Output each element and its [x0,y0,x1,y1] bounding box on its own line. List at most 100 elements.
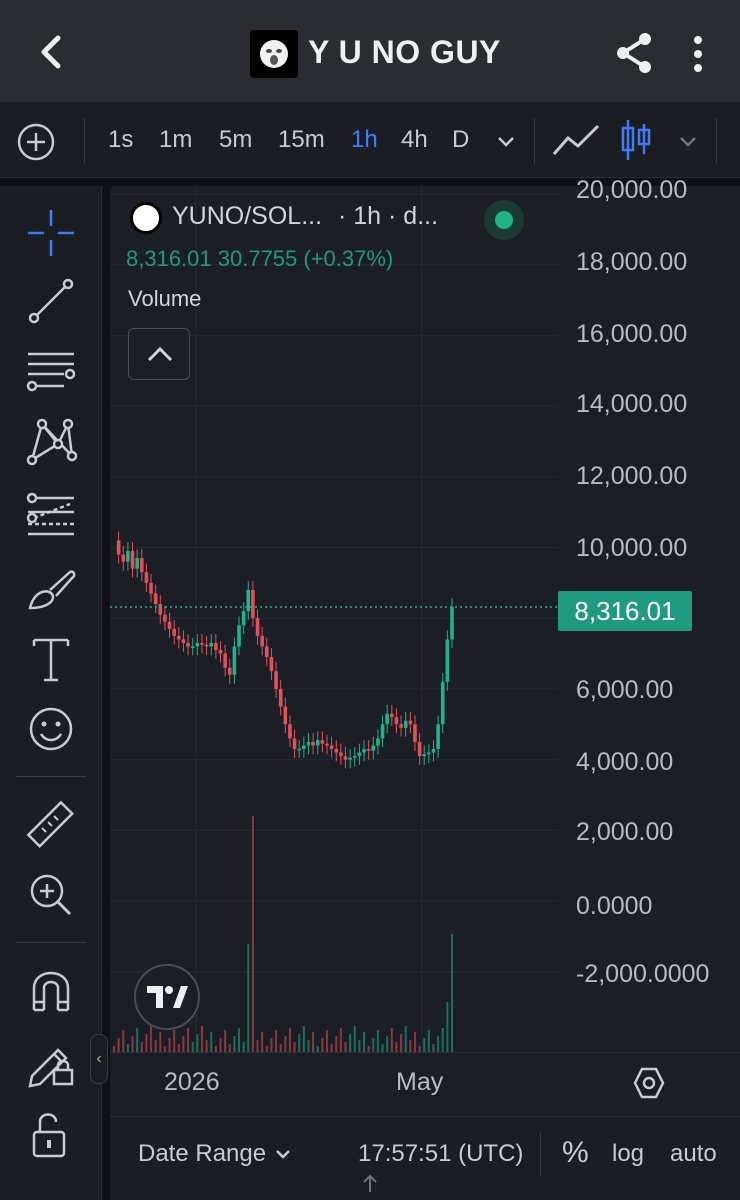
volume-bar [126,1044,129,1052]
drawing-toolbar [0,186,102,1200]
trend-line-icon[interactable] [24,274,78,328]
volume-bar [251,816,254,1052]
text-tool-icon[interactable] [24,632,78,686]
volume-bar [423,1038,426,1052]
volume-bar [339,1028,342,1052]
date-range-button[interactable]: Date Range [138,1140,266,1168]
forecast-icon[interactable] [24,488,78,542]
candle-body [209,642,214,647]
candle-body [144,572,149,583]
volume-bar [256,1040,259,1052]
volume-bar [205,1040,208,1052]
candlestick-icon[interactable] [620,118,652,162]
volume-bar [154,1040,157,1052]
candle-body [139,558,144,573]
volume-bar [386,1036,389,1052]
candle-body [431,748,436,753]
top-app-bar: Y U NO GUY [0,0,740,102]
emoji-icon[interactable] [24,702,78,756]
zoom-in-icon[interactable] [24,868,78,922]
candle-body [422,754,427,757]
volume-bar [145,1034,148,1052]
candle-body [251,589,255,619]
y-tick-label: 20,000.00 [576,176,688,204]
volume-bar [358,1040,361,1052]
timeframe-1h[interactable]: 1h [351,126,378,154]
clock-timezone[interactable]: 17:57:51 (UTC) [358,1140,523,1168]
candle-body [283,706,288,725]
candle-body [227,667,232,675]
legend-symbol[interactable]: YUNO/SOL... [172,202,322,231]
volume-bar [451,934,453,1052]
line-chart-icon[interactable] [552,122,600,158]
candle-body [450,607,454,640]
candle-body [413,724,417,742]
percent-scale-toggle[interactable]: % [562,1136,589,1170]
candle-body [390,713,394,718]
volume-bar [117,1038,120,1052]
market-status-icon[interactable] [484,200,524,240]
chevron-down-icon[interactable] [274,1148,292,1160]
chevron-down-icon[interactable] [678,135,698,149]
y-tick-label: -2,000.0000 [576,960,710,988]
more-vertical-icon[interactable] [686,34,710,74]
collapse-toolbar-tab[interactable]: ‹ [90,1034,108,1084]
volume-bar [261,1032,264,1052]
auto-scale-toggle[interactable]: auto [670,1140,717,1168]
page-title: Y U NO GUY [308,34,501,70]
volume-bar [228,1044,231,1052]
candle-body [246,589,251,612]
settings-hexagon-icon[interactable] [632,1066,666,1100]
timeframe-15m[interactable]: 15m [278,126,325,154]
volume-bar [390,1028,393,1052]
y-tick-label: 2,000.00 [576,818,674,846]
timeframe-d[interactable]: D [452,126,469,154]
crosshair-icon[interactable] [24,206,78,260]
candle-body [376,738,380,746]
chevron-up-icon [147,346,173,362]
timeframe-1m[interactable]: 1m [159,126,192,154]
unlock-icon[interactable] [24,1108,78,1162]
volume-bar [372,1038,375,1052]
fib-lines-icon[interactable] [24,344,78,398]
pattern-icon[interactable] [24,414,78,468]
volume-bar [279,1044,282,1052]
candle-body [241,611,246,626]
volume-bar [196,1034,199,1052]
volume-bar [293,1042,296,1052]
collapse-legend-button[interactable] [128,328,190,380]
candle-body [181,639,186,643]
arrow-up-icon [360,1172,380,1194]
magnet-icon[interactable] [24,964,78,1018]
candle-body [436,724,440,749]
volume-bar [400,1034,403,1052]
candle-body [121,554,126,562]
volume-bar [437,1036,440,1052]
candle-body [288,724,292,739]
volume-indicator-label[interactable]: Volume [128,286,201,312]
timeframe-4h[interactable]: 4h [401,126,428,154]
volume-bar [335,1036,338,1052]
volume-bar [238,1028,241,1052]
candle-body [218,650,223,654]
lock-drawings-icon[interactable] [24,1034,78,1088]
log-scale-toggle[interactable]: log [612,1140,644,1168]
y-tick-label: 0.0000 [576,892,653,920]
timeframe-1s[interactable]: 1s [108,126,133,154]
toolbar-divider [716,118,717,164]
chevron-down-icon[interactable] [496,135,516,149]
back-arrow-icon[interactable] [30,30,74,74]
add-indicator-icon[interactable] [16,122,56,162]
volume-bar [298,1034,301,1052]
share-icon[interactable] [612,30,656,76]
timeframe-5m[interactable]: 5m [219,126,252,154]
candle-body [362,748,366,753]
ruler-icon[interactable] [24,798,78,852]
tradingview-logo-icon[interactable] [134,964,200,1030]
token-avatar [130,202,162,234]
volume-bar [381,1044,384,1052]
brush-icon[interactable] [24,562,78,616]
candle-body [167,621,172,629]
candle-body [177,635,181,640]
volume-bar [446,1002,449,1052]
